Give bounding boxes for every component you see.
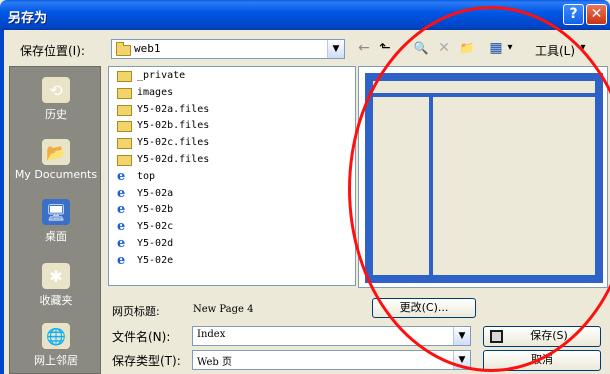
folder-icon (117, 155, 132, 166)
dialog-title: 另存为 (8, 11, 48, 26)
file-name: Y5-02a (137, 187, 174, 199)
file-name: Y5-02e (137, 254, 174, 266)
place-label: 历史 (45, 108, 67, 121)
file-name: images (137, 86, 174, 98)
file-name: Y5-02b.files (137, 120, 210, 132)
window-frame-left (0, 30, 4, 374)
filename-label: 文件名(N): (112, 330, 171, 344)
save-in-dropdown[interactable]: web1 ▼ (111, 39, 345, 59)
folder-icon (117, 71, 132, 82)
file-name: top (137, 170, 156, 182)
folder-icon (117, 138, 132, 150)
ie-document-icon: e (117, 219, 126, 235)
current-folder: web1 (134, 42, 161, 55)
place-0[interactable]: ⟲ 历史 (10, 77, 102, 122)
page-title-value: New Page 4 (193, 304, 254, 315)
back-icon[interactable]: ← (356, 39, 372, 57)
folder-icon (117, 87, 132, 99)
place-3[interactable]: ✱ 收藏夹 (10, 263, 102, 308)
help-button[interactable]: ? (563, 4, 584, 25)
filetype-label: 保存类型(T): (112, 354, 181, 368)
file-name: Y5-02c (137, 221, 174, 233)
my-documents-icon: 📂 (42, 139, 70, 165)
file-name: _private (137, 70, 186, 81)
place-label: My Documents (14, 168, 98, 181)
desktop-icon: 🖥 (42, 199, 70, 225)
ie-document-icon: e (117, 252, 126, 268)
file-name: Y5-02d.files (137, 154, 210, 165)
place-label: 收藏夹 (39, 294, 73, 307)
history-icon: ⟲ (42, 77, 70, 103)
favorites-icon: ✱ (42, 263, 70, 289)
file-name: Y5-02d (137, 238, 174, 249)
close-button[interactable]: ✕ (586, 4, 607, 25)
ie-document-icon: e (117, 168, 126, 184)
page-title-label: 网页标题: (112, 305, 160, 318)
place-label: 桌面 (45, 230, 67, 243)
file-name: Y5-02b (137, 204, 174, 216)
up-folder-icon[interactable]: ⬑ (376, 39, 394, 57)
ie-document-icon: e (117, 202, 126, 218)
ie-document-icon: e (117, 236, 126, 251)
place-2[interactable]: 🖥 桌面 (10, 199, 102, 244)
file-name: Y5-02c.files (137, 137, 210, 149)
save-in-label: 保存位置(I): (20, 44, 85, 58)
ie-document-icon: e (117, 185, 126, 201)
network-icon: 🌐 (42, 323, 70, 349)
place-4[interactable]: 🌐 网上邻居 (10, 323, 102, 368)
places-bar: ⟲ 历史 📂 My Documents 🖥 桌面 ✱ 收藏夹 🌐 网上邻居 (9, 66, 101, 374)
place-1[interactable]: 📂 My Documents (10, 139, 102, 181)
folder-icon (117, 121, 132, 133)
filename-value: Index (197, 329, 226, 340)
chevron-down-icon[interactable]: ▼ (327, 40, 344, 58)
folder-icon (116, 42, 131, 56)
file-name: Y5-02a.files (137, 103, 210, 115)
place-label: 网上邻居 (34, 354, 78, 367)
folder-icon (117, 104, 132, 116)
filetype-value: Web 页 (197, 357, 232, 368)
file-list[interactable]: _privateimages Y5-02a.files Y5-02b.files Y5… (108, 66, 356, 286)
